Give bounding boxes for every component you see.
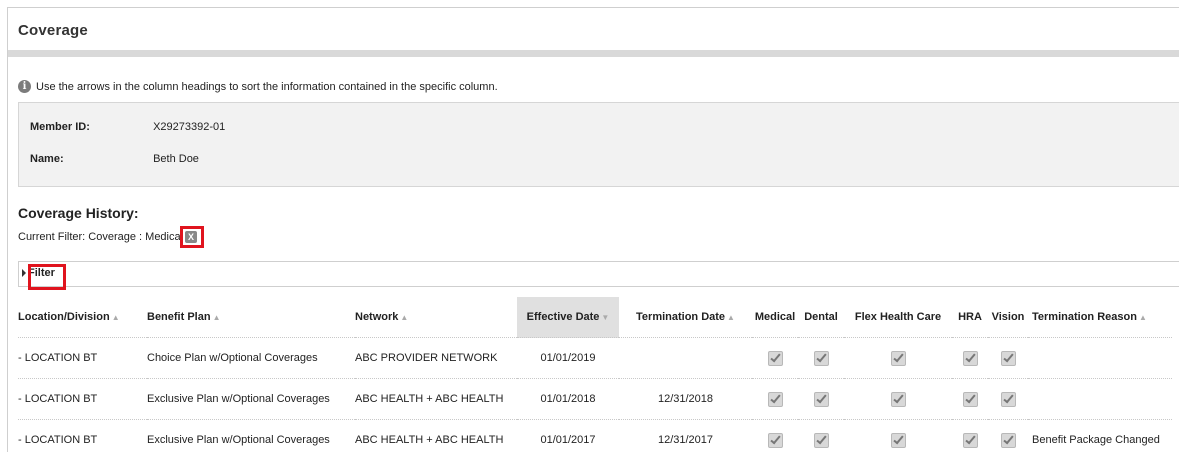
column-flex-health-care: Flex Health Care [844,297,952,338]
member-id-row: Member ID: X29273392-01 [30,121,225,133]
cell-flex-health-care [844,420,952,460]
checkmark-icon [768,392,783,407]
cell-termination-reason: Benefit Package Changed [1028,420,1172,460]
cell-termination-reason [1028,379,1172,420]
cell-location: - LOCATION BT [18,420,147,460]
checkmark-icon [891,392,906,407]
cell-hra [952,379,988,420]
caret-right-icon [22,269,26,277]
cell-network: ABC HEALTH + ABC HEALTH [355,379,517,420]
column-effective-date[interactable]: Effective Date▼ [517,297,619,338]
column-network[interactable]: Network▲ [355,297,517,338]
cell-benefit-plan: Choice Plan w/Optional Coverages [147,338,355,379]
column-vision: Vision [988,297,1028,338]
checkmark-icon [814,351,829,366]
column-benefit-plan[interactable]: Benefit Plan▲ [147,297,355,338]
cell-termination-date [619,338,752,379]
checkmark-icon [814,433,829,448]
cell-benefit-plan: Exclusive Plan w/Optional Coverages [147,420,355,460]
info-icon: i [18,80,31,93]
table-header-row: Location/Division▲ Benefit Plan▲ Network… [18,297,1172,338]
column-hra: HRA [952,297,988,338]
checkmark-icon [891,433,906,448]
cell-vision [988,420,1028,460]
coverage-history-table: Location/Division▲ Benefit Plan▲ Network… [18,297,1172,460]
table-row: - LOCATION BT Exclusive Plan w/Optional … [18,420,1172,460]
cell-effective-date: 01/01/2018 [517,379,619,420]
cell-termination-date: 12/31/2018 [619,379,752,420]
member-id-value: X29273392-01 [153,121,225,133]
table-row: - LOCATION BT Choice Plan w/Optional Cov… [18,338,1172,379]
current-filter-text: Current Filter: Coverage : Medical [18,231,183,243]
cell-vision [988,379,1028,420]
column-medical: Medical [752,297,798,338]
member-name-value: Beth Doe [153,153,199,165]
member-summary: Member ID: X29273392-01 Name: Beth Doe [18,102,1179,187]
filter-panel: Filter [18,261,1179,287]
checkmark-icon [768,351,783,366]
member-name-label: Name: [30,153,150,165]
checkmark-icon [1001,351,1016,366]
checkmark-icon [963,392,978,407]
member-name-row: Name: Beth Doe [30,153,199,165]
cell-effective-date: 01/01/2017 [517,420,619,460]
checkmark-icon [891,351,906,366]
column-termination-reason[interactable]: Termination Reason▲ [1028,297,1172,338]
highlight-filter [28,264,66,290]
column-dental: Dental [798,297,844,338]
cell-flex-health-care [844,338,952,379]
checkmark-icon [1001,433,1016,448]
member-id-label: Member ID: [30,121,150,133]
coverage-history-title: Coverage History: [18,205,139,221]
checkmark-icon [814,392,829,407]
cell-termination-date: 12/31/2017 [619,420,752,460]
cell-network: ABC PROVIDER NETWORK [355,338,517,379]
column-location[interactable]: Location/Division▲ [18,297,147,338]
cell-benefit-plan: Exclusive Plan w/Optional Coverages [147,379,355,420]
cell-hra [952,420,988,460]
page-title: Coverage [18,22,88,39]
cell-hra [952,338,988,379]
cell-network: ABC HEALTH + ABC HEALTH [355,420,517,460]
cell-dental [798,420,844,460]
checkmark-icon [963,351,978,366]
info-text: Use the arrows in the column headings to… [36,81,498,93]
cell-location: - LOCATION BT [18,338,147,379]
info-message: i Use the arrows in the column headings … [18,80,498,93]
cell-medical [752,338,798,379]
cell-dental [798,379,844,420]
checkmark-icon [963,433,978,448]
highlight-clear-filter [180,226,204,248]
title-divider [8,50,1179,57]
column-termination-date[interactable]: Termination Date▲ [619,297,752,338]
checkmark-icon [768,433,783,448]
cell-location: - LOCATION BT [18,379,147,420]
cell-termination-reason [1028,338,1172,379]
current-filter: Current Filter: Coverage : Medical X [18,231,197,243]
cell-medical [752,379,798,420]
cell-dental [798,338,844,379]
table-row: - LOCATION BT Exclusive Plan w/Optional … [18,379,1172,420]
cell-effective-date: 01/01/2019 [517,338,619,379]
checkmark-icon [1001,392,1016,407]
cell-medical [752,420,798,460]
cell-flex-health-care [844,379,952,420]
cell-vision [988,338,1028,379]
